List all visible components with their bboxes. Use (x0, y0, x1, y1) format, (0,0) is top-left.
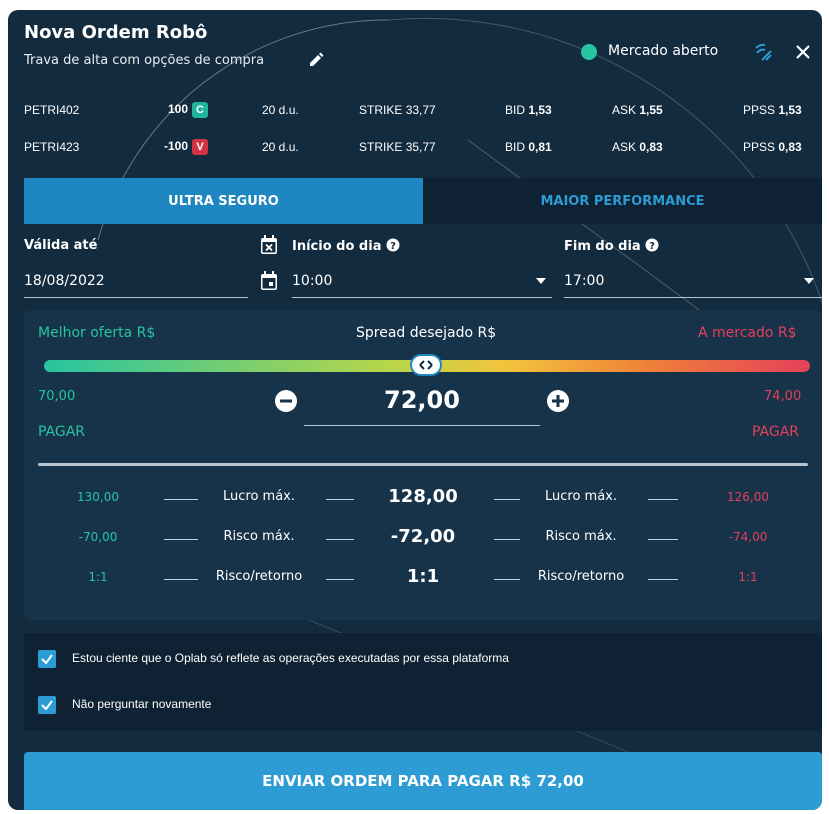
metric-dash (494, 499, 520, 500)
start-time-select[interactable]: 10:00 (292, 273, 332, 289)
valid-until-underline (24, 297, 248, 298)
leg-ask: ASK 0,83 (612, 140, 663, 154)
ack-label: Estou ciente que o Oplab só reflete as o… (72, 651, 509, 665)
end-time-label: Fim do dia ? (564, 238, 659, 254)
leg-strike: STRIKE 35,77 (359, 140, 436, 154)
arrows-horizontal-icon (419, 360, 433, 370)
valid-until-input[interactable]: 18/08/2022 (24, 273, 105, 289)
dont-ask-label: Não perguntar novamente (72, 697, 212, 711)
spread-label: Spread desejado R$ (356, 325, 497, 341)
ack-checkbox[interactable] (38, 650, 56, 668)
metric-center-value: 128,00 (388, 486, 458, 507)
end-time-underline (564, 297, 822, 298)
consent-section (24, 633, 822, 731)
metric-label: Risco/retorno (537, 569, 625, 584)
leg-quantity: -100 V (164, 139, 209, 155)
leg-unit: 20 d.u. (262, 140, 299, 154)
metric-dash (648, 579, 678, 580)
leg-ppss: PPSS 0,83 (743, 140, 802, 154)
spread-value-underline (304, 425, 540, 426)
valid-until-label: Válida até (24, 238, 98, 253)
metric-dash (648, 499, 678, 500)
svg-text:?: ? (649, 241, 655, 252)
decrease-button[interactable] (274, 389, 298, 413)
metric-dash (494, 579, 520, 580)
metric-dash (326, 579, 354, 580)
sell-badge: V (192, 139, 209, 155)
order-modal: Nova Ordem Robô Trava de alta com opções… (8, 10, 822, 810)
min-value: 70,00 (38, 389, 76, 404)
spread-value-input[interactable]: 72,00 (304, 386, 540, 414)
strategy-tabs: ULTRA SEGURO MAIOR PERFORMANCE (24, 178, 822, 224)
close-icon[interactable] (792, 41, 814, 63)
chevron-down-icon[interactable] (536, 278, 546, 284)
metric-dash (164, 539, 198, 540)
increase-button[interactable] (546, 389, 570, 413)
edit-icon[interactable] (308, 52, 324, 68)
leg-strike: STRIKE 33,77 (359, 103, 436, 117)
leg-ask: ASK 1,55 (612, 103, 663, 117)
leg-unit: 20 d.u. (262, 103, 299, 117)
market-label: A mercado R$ (698, 325, 797, 341)
panel-divider (38, 463, 808, 466)
spread-slider-thumb[interactable] (410, 354, 442, 376)
metric-label: Lucro máx. (544, 489, 617, 504)
signal-icon[interactable] (753, 43, 773, 63)
start-time-label: Início do dia ? (292, 238, 400, 254)
leg-symbol: PETRI423 (24, 140, 80, 154)
metric-label: Lucro máx. (222, 489, 295, 504)
leg-symbol: PETRI402 (24, 103, 80, 117)
metric-dash (326, 539, 354, 540)
metric-dash (648, 539, 678, 540)
metric-right-value: 126,00 (727, 490, 769, 504)
metric-right-value: -74,00 (728, 530, 768, 544)
metric-label: Risco máx. (545, 529, 617, 544)
leg-quantity: 100 C (168, 102, 209, 118)
leg-bid: BID 0,81 (505, 140, 552, 154)
metric-center-value: -72,00 (390, 526, 456, 547)
metric-dash (164, 499, 198, 500)
metric-left-value: 1:1 (88, 570, 108, 584)
help-icon[interactable]: ? (645, 238, 659, 252)
chevron-down-icon[interactable] (804, 278, 814, 284)
buy-badge: C (192, 102, 209, 118)
calendar-remove-icon[interactable] (260, 235, 278, 255)
metric-center-value: 1:1 (406, 566, 440, 587)
metric-label: Risco máx. (223, 529, 295, 544)
market-status-dot (581, 44, 597, 60)
max-value: 74,00 (764, 389, 802, 404)
max-action: PAGAR (752, 424, 800, 440)
metric-label: Risco/retorno (215, 569, 303, 584)
metric-dash (326, 499, 354, 500)
dont-ask-checkbox[interactable] (38, 696, 56, 714)
start-time-underline (292, 297, 552, 298)
help-icon[interactable]: ? (386, 238, 400, 252)
market-status-text: Mercado aberto (608, 43, 719, 59)
metric-dash (164, 579, 198, 580)
strategy-subtitle: Trava de alta com opções de compra (24, 53, 265, 68)
tab-ultra-seguro[interactable]: ULTRA SEGURO (24, 178, 423, 224)
metric-right-value: 1:1 (738, 570, 758, 584)
metric-dash (494, 539, 520, 540)
min-action: PAGAR (38, 424, 86, 440)
modal-title: Nova Ordem Robô (24, 22, 208, 43)
best-offer-label: Melhor oferta R$ (38, 325, 156, 341)
leg-ppss: PPSS 1,53 (743, 103, 802, 117)
svg-text:?: ? (390, 241, 396, 252)
leg-bid: BID 1,53 (505, 103, 552, 117)
calendar-icon[interactable] (260, 271, 278, 291)
metric-left-value: 130,00 (77, 490, 119, 504)
end-time-select[interactable]: 17:00 (564, 273, 604, 289)
metric-left-value: -70,00 (78, 530, 118, 544)
submit-order-button[interactable]: ENVIAR ORDEM PARA PAGAR R$ 72,00 (24, 752, 822, 810)
tab-maior-performance[interactable]: MAIOR PERFORMANCE (423, 178, 822, 224)
